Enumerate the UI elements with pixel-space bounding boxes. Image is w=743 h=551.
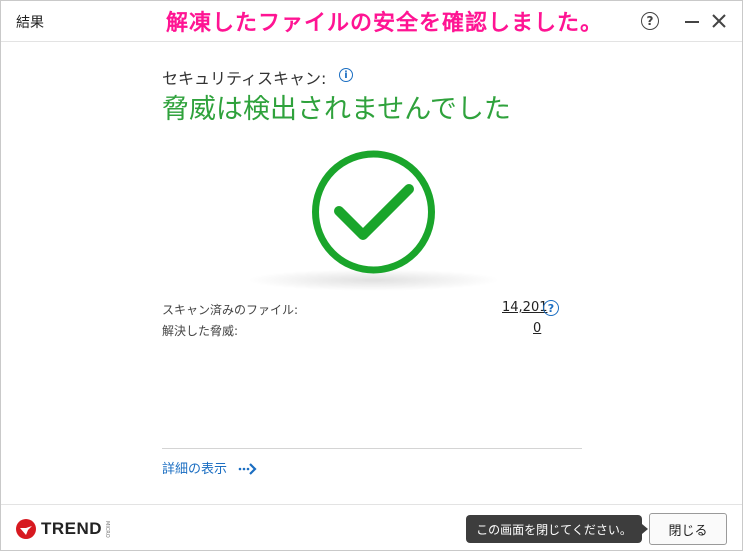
resolved-threats-value[interactable]: 0 [533, 321, 541, 336]
scanned-files-label: スキャン済みのファイル: [162, 303, 299, 317]
close-hint-tooltip: この画面を閉じてください。 [466, 515, 648, 543]
divider [162, 448, 582, 449]
help-icon[interactable]: ? [641, 12, 659, 30]
scan-status: 脅威は検出されませんでした [162, 94, 511, 125]
scan-label: セキュリティスキャン: [162, 69, 327, 88]
scanned-files-value[interactable]: 14,201 [502, 300, 548, 315]
logo-icon [16, 519, 36, 539]
close-icon[interactable] [709, 11, 729, 31]
minimize-icon[interactable] [685, 12, 701, 30]
close-button[interactable]: 閉じる [649, 513, 727, 545]
trend-micro-logo: TREND MICRO [15, 518, 110, 540]
scan-result-window: 結果 解凍したファイルの安全を確認しました。 ? セキュリティスキャン: i 脅… [0, 0, 743, 551]
resolved-threats-label: 解決した脅威: [162, 324, 239, 338]
check-circle-icon [301, 149, 446, 294]
title-bar: 結果 解凍したファイルの安全を確認しました。 ? [1, 1, 742, 42]
window-title: 結果 [16, 15, 44, 31]
annotation-caption: 解凍したファイルの安全を確認しました。 [166, 11, 604, 36]
question-circle-icon[interactable]: ? [543, 300, 559, 316]
dotted-arrow-right-icon[interactable] [238, 461, 258, 480]
footer-divider [1, 504, 742, 505]
details-link[interactable]: 詳細の表示 [162, 458, 227, 477]
logo-subtext: MICRO [104, 520, 111, 538]
logo-text: TREND [41, 519, 103, 538]
info-icon[interactable]: i [339, 68, 353, 82]
